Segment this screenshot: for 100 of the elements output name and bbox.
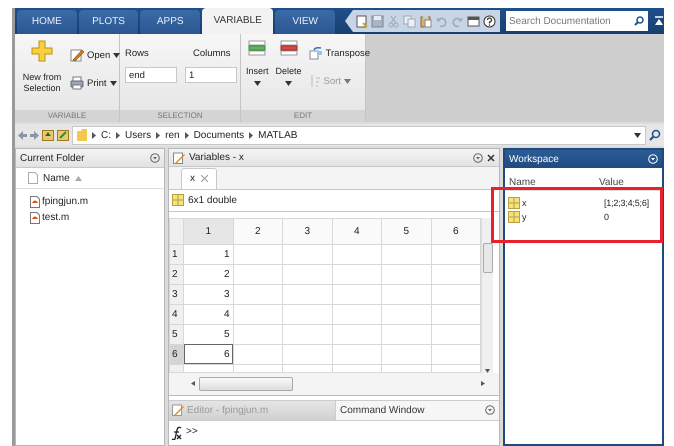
panel-menu-icon[interactable] — [485, 405, 495, 416]
columns-label: Columns — [192, 48, 232, 59]
document-tab[interactable]: x — [181, 168, 217, 189]
m-file-icon — [30, 196, 40, 208]
sort-icon — [308, 74, 321, 88]
path-segment[interactable]: C: — [101, 130, 111, 140]
variable-icon — [508, 211, 520, 223]
printer-icon — [70, 76, 84, 90]
group-label: SELECTION — [120, 110, 240, 122]
column-header[interactable]: 3 — [282, 218, 332, 244]
new-file-icon[interactable] — [355, 14, 368, 28]
chevron-icon — [156, 132, 160, 138]
scrollbar-thumb[interactable] — [482, 243, 492, 274]
chevron-icon — [249, 132, 254, 138]
path-segment[interactable]: ren — [165, 130, 180, 140]
variable-name: y — [522, 212, 528, 222]
search-icon — [634, 16, 644, 26]
insert-button[interactable]: Insert — [246, 40, 269, 110]
transpose-icon — [308, 46, 323, 60]
row-header[interactable]: 6 — [170, 344, 184, 364]
column-header[interactable]: Value — [599, 177, 624, 188]
chevron-icon — [184, 132, 189, 138]
ribbon-tab[interactable]: VIEW — [275, 10, 335, 34]
panel-title: Current Folder — [20, 152, 86, 164]
table-cell[interactable]: 6 — [184, 344, 233, 364]
command-prompt: >> — [186, 426, 198, 437]
path-segment[interactable]: Documents — [194, 130, 244, 140]
table-cell[interactable]: 3 — [184, 284, 233, 304]
delete-button[interactable]: Delete — [276, 40, 302, 110]
file-icon — [28, 172, 38, 184]
caret-icon — [634, 132, 641, 138]
column-header[interactable]: 1 — [184, 218, 233, 244]
plus-icon — [31, 40, 53, 62]
column-header[interactable]: Name — [509, 177, 599, 188]
help-icon[interactable] — [483, 14, 496, 28]
matrix-icon — [172, 194, 184, 206]
function-icon — [171, 426, 183, 440]
column-header[interactable]: Name — [16, 168, 164, 189]
address-bar[interactable]: C: Users ren Documents MATLAB — [72, 126, 646, 144]
caret-icon — [110, 80, 117, 86]
insert-rows-icon — [248, 40, 266, 56]
delete-rows-icon — [280, 40, 298, 56]
row-header[interactable]: 1 — [170, 244, 184, 264]
collapse-icon[interactable] — [654, 16, 664, 26]
close-icon[interactable] — [487, 154, 495, 162]
print-button[interactable]: Print — [70, 74, 120, 92]
group-label: VARIABLE — [15, 110, 119, 122]
table-cell[interactable]: 1 — [184, 244, 233, 264]
column-header[interactable]: 2 — [233, 218, 282, 244]
variable-icon — [508, 197, 520, 209]
caret-icon — [254, 81, 261, 86]
row-header[interactable]: 3 — [170, 284, 184, 304]
row-header[interactable]: 2 — [170, 264, 184, 284]
table-cell[interactable]: 4 — [184, 304, 233, 324]
column-header[interactable]: 4 — [332, 218, 382, 244]
caret-icon — [285, 81, 292, 86]
path-segment[interactable]: MATLAB — [258, 130, 298, 140]
ribbon-tab[interactable]: PLOTS — [78, 10, 138, 34]
column-header[interactable]: 5 — [382, 218, 431, 244]
browse-folder-icon[interactable] — [57, 129, 69, 141]
row-header[interactable]: 4 — [170, 304, 184, 324]
ribbon-tab[interactable]: VARIABLE — [202, 8, 274, 34]
search-icon[interactable] — [649, 129, 661, 141]
table-cell[interactable]: 2 — [184, 264, 233, 284]
rows-field[interactable]: end — [125, 67, 177, 83]
group-label: EDIT — [241, 110, 365, 122]
row-header[interactable]: 5 — [170, 324, 184, 344]
caret-icon — [344, 78, 351, 84]
m-file-icon — [30, 212, 40, 224]
pencil-icon — [70, 48, 84, 62]
transpose-button[interactable]: Transpose — [308, 44, 370, 62]
panel-title: Variables - x — [189, 152, 245, 164]
window-icon[interactable] — [467, 14, 480, 28]
chevron-icon — [116, 132, 120, 138]
ribbon-tab[interactable]: HOME — [17, 10, 77, 34]
column-header[interactable]: 6 — [431, 218, 480, 244]
variable-value: 0 — [604, 212, 609, 222]
pencil-icon — [173, 152, 185, 164]
file-item[interactable]: fpingjun.m — [16, 194, 164, 209]
ribbon-tab[interactable]: APPS — [140, 10, 200, 34]
path-segment[interactable]: Users — [125, 130, 152, 140]
variable-value: [1;2;3;4;5;6] — [604, 198, 649, 208]
folder-icon — [77, 129, 87, 141]
search-field[interactable]: Search Documentation — [506, 11, 648, 31]
chevron-icon — [92, 132, 96, 138]
clipboard-icon[interactable] — [419, 14, 432, 28]
new-from-selection-button[interactable]: New from Selection — [20, 40, 64, 110]
panel-title: Workspace — [509, 154, 560, 164]
panel-tab[interactable]: Command Window — [335, 400, 481, 420]
rows-label: Rows — [125, 48, 150, 59]
scrollbar-thumb[interactable] — [199, 376, 293, 391]
up-folder-icon[interactable] — [42, 129, 54, 141]
scroll-right-icon[interactable] — [481, 381, 485, 386]
panel-menu-icon[interactable] — [473, 152, 483, 163]
columns-field[interactable]: 1 — [185, 67, 237, 83]
sort-ascending-icon — [74, 176, 82, 180]
file-item[interactable]: test.m — [16, 210, 164, 225]
panel-menu-icon[interactable] — [150, 153, 160, 163]
scroll-left-icon[interactable] — [191, 381, 195, 386]
open-button[interactable]: Open — [70, 46, 120, 64]
